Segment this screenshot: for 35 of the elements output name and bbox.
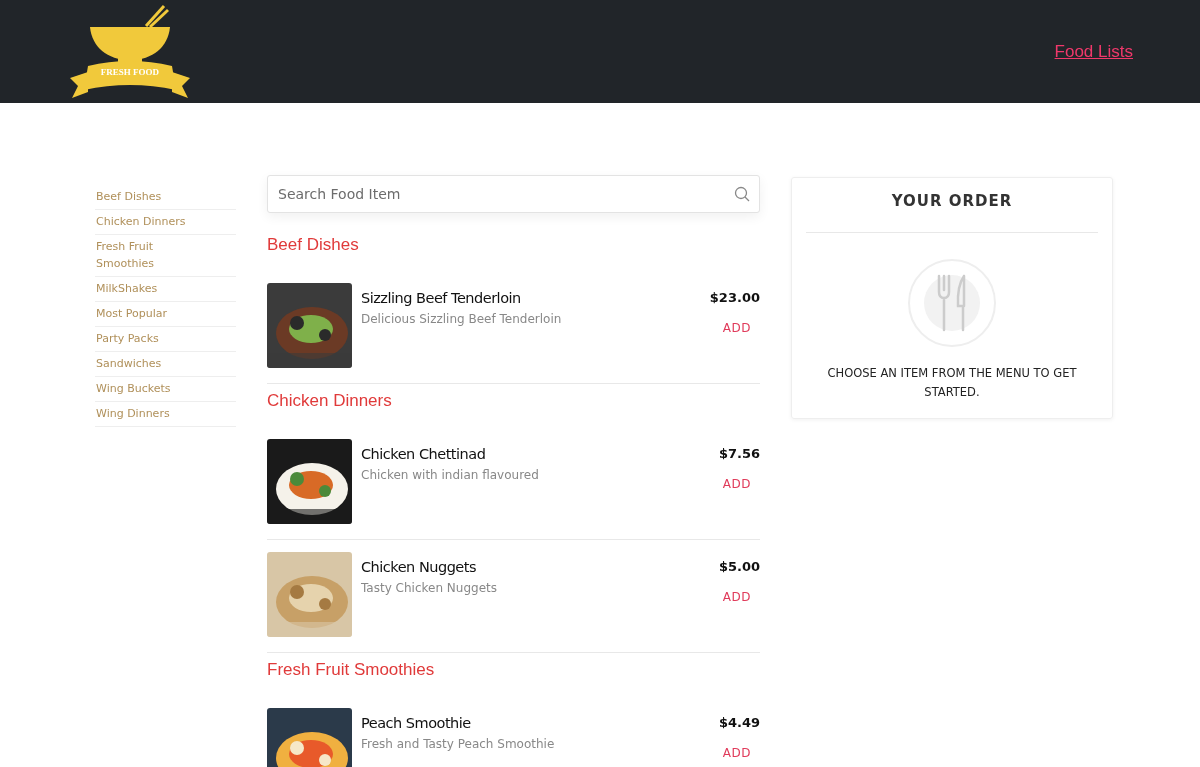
add-button[interactable]: ADD bbox=[722, 590, 751, 604]
category-link[interactable]: Fresh Fruit Smoothies bbox=[95, 235, 236, 277]
add-button[interactable]: ADD bbox=[722, 321, 751, 335]
item-name: Sizzling Beef Tenderloin bbox=[361, 290, 522, 306]
category-link[interactable]: Sandwiches bbox=[95, 352, 236, 377]
order-title: YOUR ORDER bbox=[806, 190, 1098, 233]
food-lists-link[interactable]: Food Lists bbox=[1054, 41, 1133, 62]
item-name: Peach Smoothie bbox=[361, 715, 472, 731]
item-price: $7.56 bbox=[718, 446, 760, 461]
item-name: Chicken Nuggets bbox=[361, 559, 478, 575]
item-description: Fresh and Tasty Peach Smoothie bbox=[361, 737, 556, 751]
section-title: Fresh Fruit Smoothies bbox=[267, 660, 436, 680]
fork-knife-icon bbox=[907, 258, 997, 348]
category-link[interactable]: Beef Dishes bbox=[95, 185, 236, 210]
section-title: Beef Dishes bbox=[267, 235, 360, 255]
item-description: Chicken with indian flavoured bbox=[361, 468, 540, 482]
category-link[interactable]: Chicken Dinners bbox=[95, 210, 236, 235]
category-link[interactable]: Party Packs bbox=[95, 327, 236, 352]
item-description: Delicious Sizzling Beef Tenderloin bbox=[361, 312, 563, 326]
category-link[interactable]: Wing Buckets bbox=[95, 377, 236, 402]
item-description: Tasty Chicken Nuggets bbox=[361, 581, 498, 595]
logo-text: FRESH FOOD bbox=[99, 66, 161, 77]
item-price: $23.00 bbox=[709, 290, 760, 305]
category-link[interactable]: MilkShakes bbox=[95, 277, 236, 302]
item-name: Chicken Chettinad bbox=[361, 446, 487, 462]
search-icon bbox=[734, 186, 750, 202]
item-price: $4.49 bbox=[718, 715, 760, 730]
search-field[interactable]: Search Food Item bbox=[267, 175, 760, 213]
add-button[interactable]: ADD bbox=[722, 746, 751, 760]
category-link[interactable]: Wing Dinners bbox=[95, 402, 236, 427]
category-link[interactable]: Most Popular bbox=[95, 302, 236, 327]
empty-order-message: CHOOSE AN ITEM FROM THE MENU TO GET STARTED. bbox=[826, 365, 1078, 401]
add-button[interactable]: ADD bbox=[722, 477, 751, 491]
item-price: $5.00 bbox=[718, 559, 760, 574]
section-title: Chicken Dinners bbox=[267, 391, 393, 411]
